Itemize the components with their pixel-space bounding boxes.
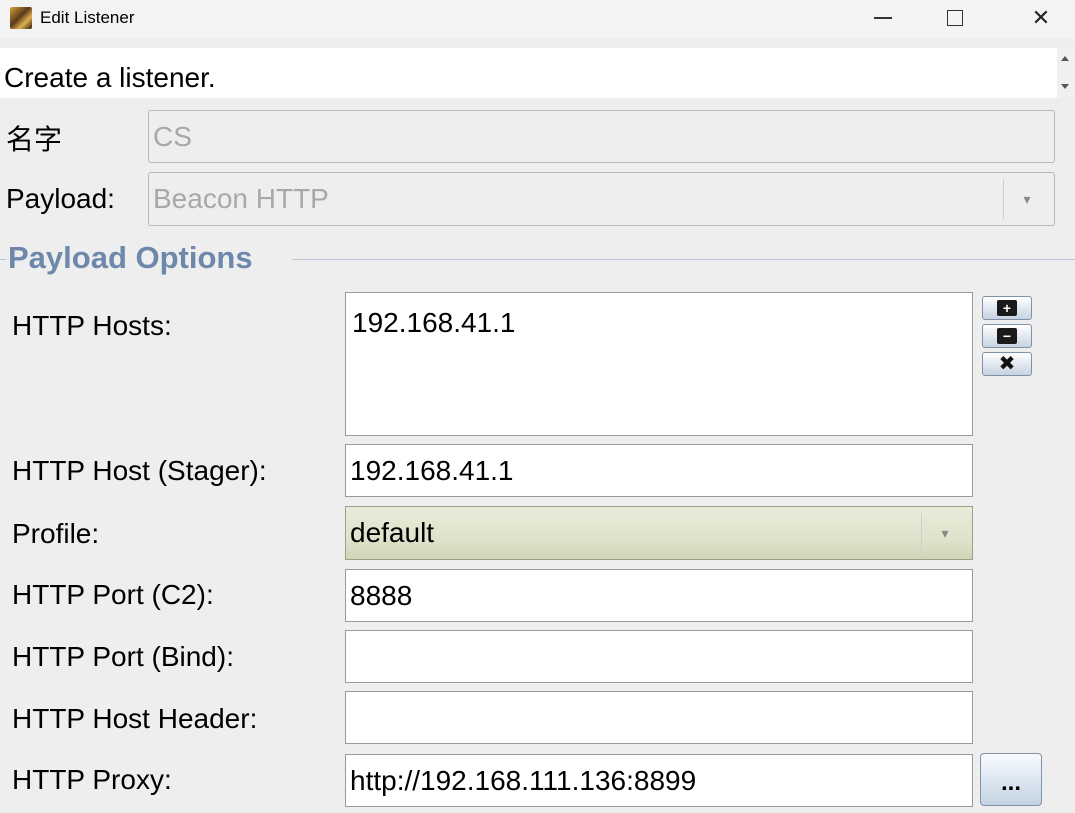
http-proxy-value: http://192.168.111.136:8899 [350,764,697,796]
add-host-button[interactable]: + [982,296,1032,320]
maximize-button[interactable] [932,0,978,36]
maximize-icon [947,10,963,26]
scroll-up-icon[interactable] [1061,56,1069,61]
http-hosts-item[interactable]: 192.168.41.1 [352,307,516,339]
section-title: Payload Options [8,240,253,275]
close-button[interactable]: ✕ [1018,0,1064,36]
http-port-c2-value: 8888 [350,579,413,611]
http-host-stager-label: HTTP Host (Stager): [12,455,267,486]
proxy-config-button[interactable]: ... [980,753,1042,806]
http-proxy-input[interactable]: http://192.168.111.136:8899 [345,754,973,807]
plus-icon: + [997,300,1017,316]
remove-host-button[interactable]: − [982,324,1032,348]
close-icon: ✕ [1031,5,1051,30]
x-icon: ✖ [998,353,1016,375]
http-port-bind-input[interactable] [345,630,973,683]
description-text: Create a listener. [4,62,216,93]
payload-value: Beacon HTTP [153,183,329,214]
minimize-button[interactable] [860,0,906,36]
http-proxy-label: HTTP Proxy: [12,764,172,795]
payload-label: Payload: [6,183,115,214]
minimize-icon [874,17,892,19]
section-divider [292,259,1075,260]
window-title: Edit Listener [40,8,135,27]
http-host-stager-input[interactable]: 192.168.41.1 [345,444,973,497]
http-port-bind-label: HTTP Port (Bind): [12,641,234,672]
name-field: CS [148,110,1055,163]
chevron-down-icon: ▾ [1003,179,1050,219]
description-area: Create a listener. [0,48,1057,98]
description-scrollbar[interactable] [1057,48,1075,98]
name-value: CS [153,120,192,152]
http-hosts-label: HTTP Hosts: [12,310,172,341]
profile-value: default [350,517,435,548]
title-bar: Edit Listener ✕ [0,0,1075,38]
chevron-down-icon[interactable]: ▾ [921,513,968,553]
profile-select[interactable]: default ▾ [345,506,973,560]
name-label: 名字 [6,124,63,155]
http-hosts-list[interactable]: 192.168.41.1 [345,292,973,436]
http-port-c2-label: HTTP Port (C2): [12,579,214,610]
http-host-header-input[interactable] [345,691,973,744]
profile-label: Profile: [12,518,100,549]
clear-hosts-button[interactable]: ✖ [982,352,1032,376]
payload-select: Beacon HTTP ▾ [148,172,1055,226]
app-icon [10,7,32,29]
http-port-c2-input[interactable]: 8888 [345,569,973,622]
section-divider [0,259,6,260]
minus-icon: − [997,328,1017,344]
http-host-header-label: HTTP Host Header: [12,703,258,734]
scroll-down-icon[interactable] [1061,84,1069,89]
http-host-stager-value: 192.168.41.1 [350,454,514,486]
